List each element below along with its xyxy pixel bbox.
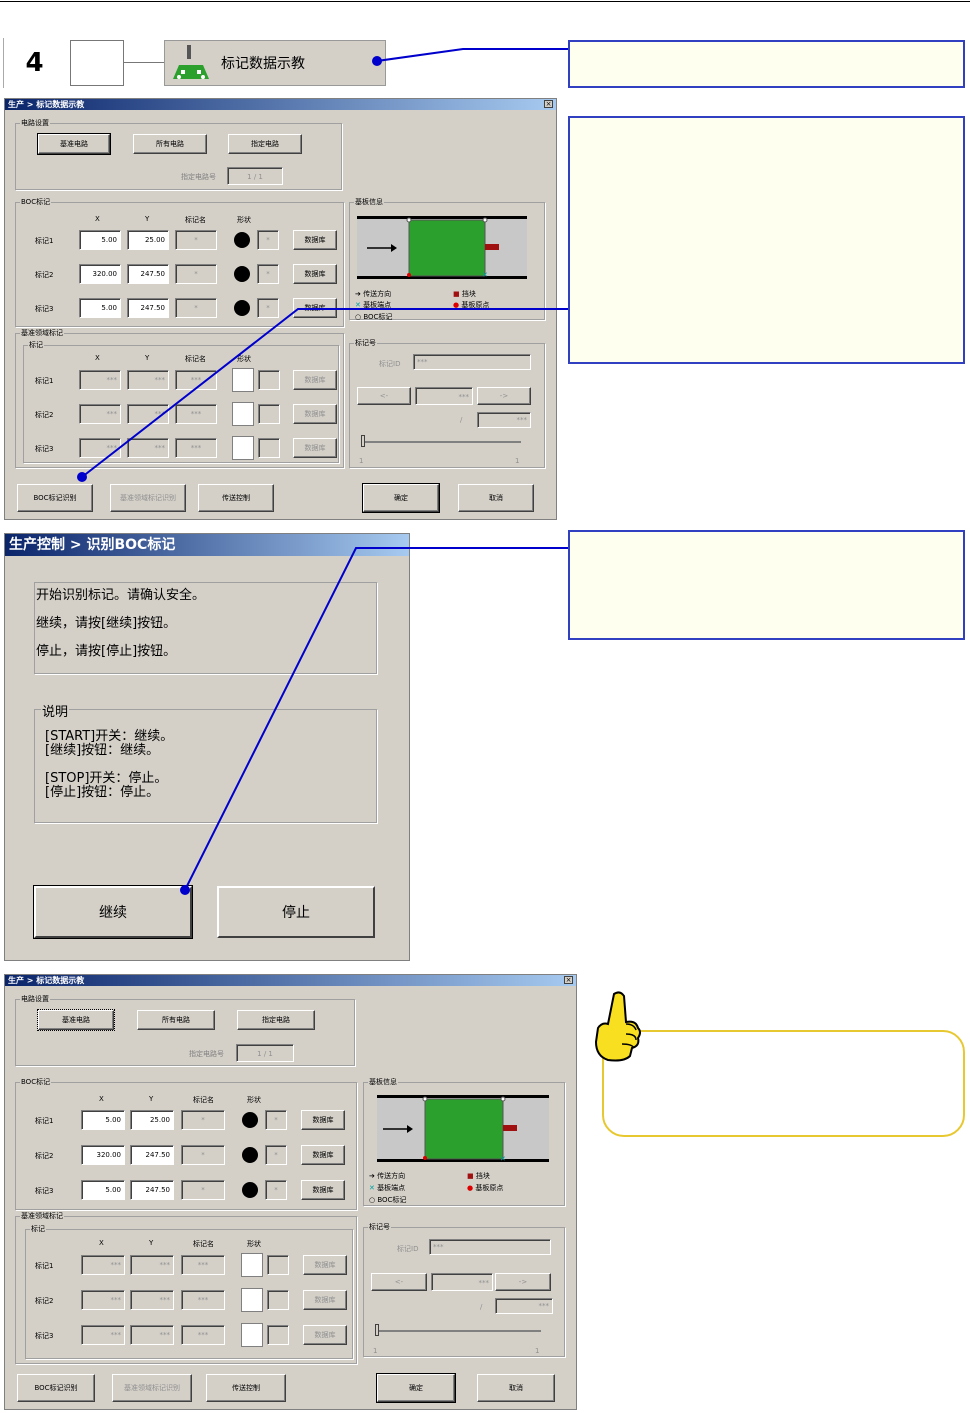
pointer-lines (77, 48, 568, 895)
